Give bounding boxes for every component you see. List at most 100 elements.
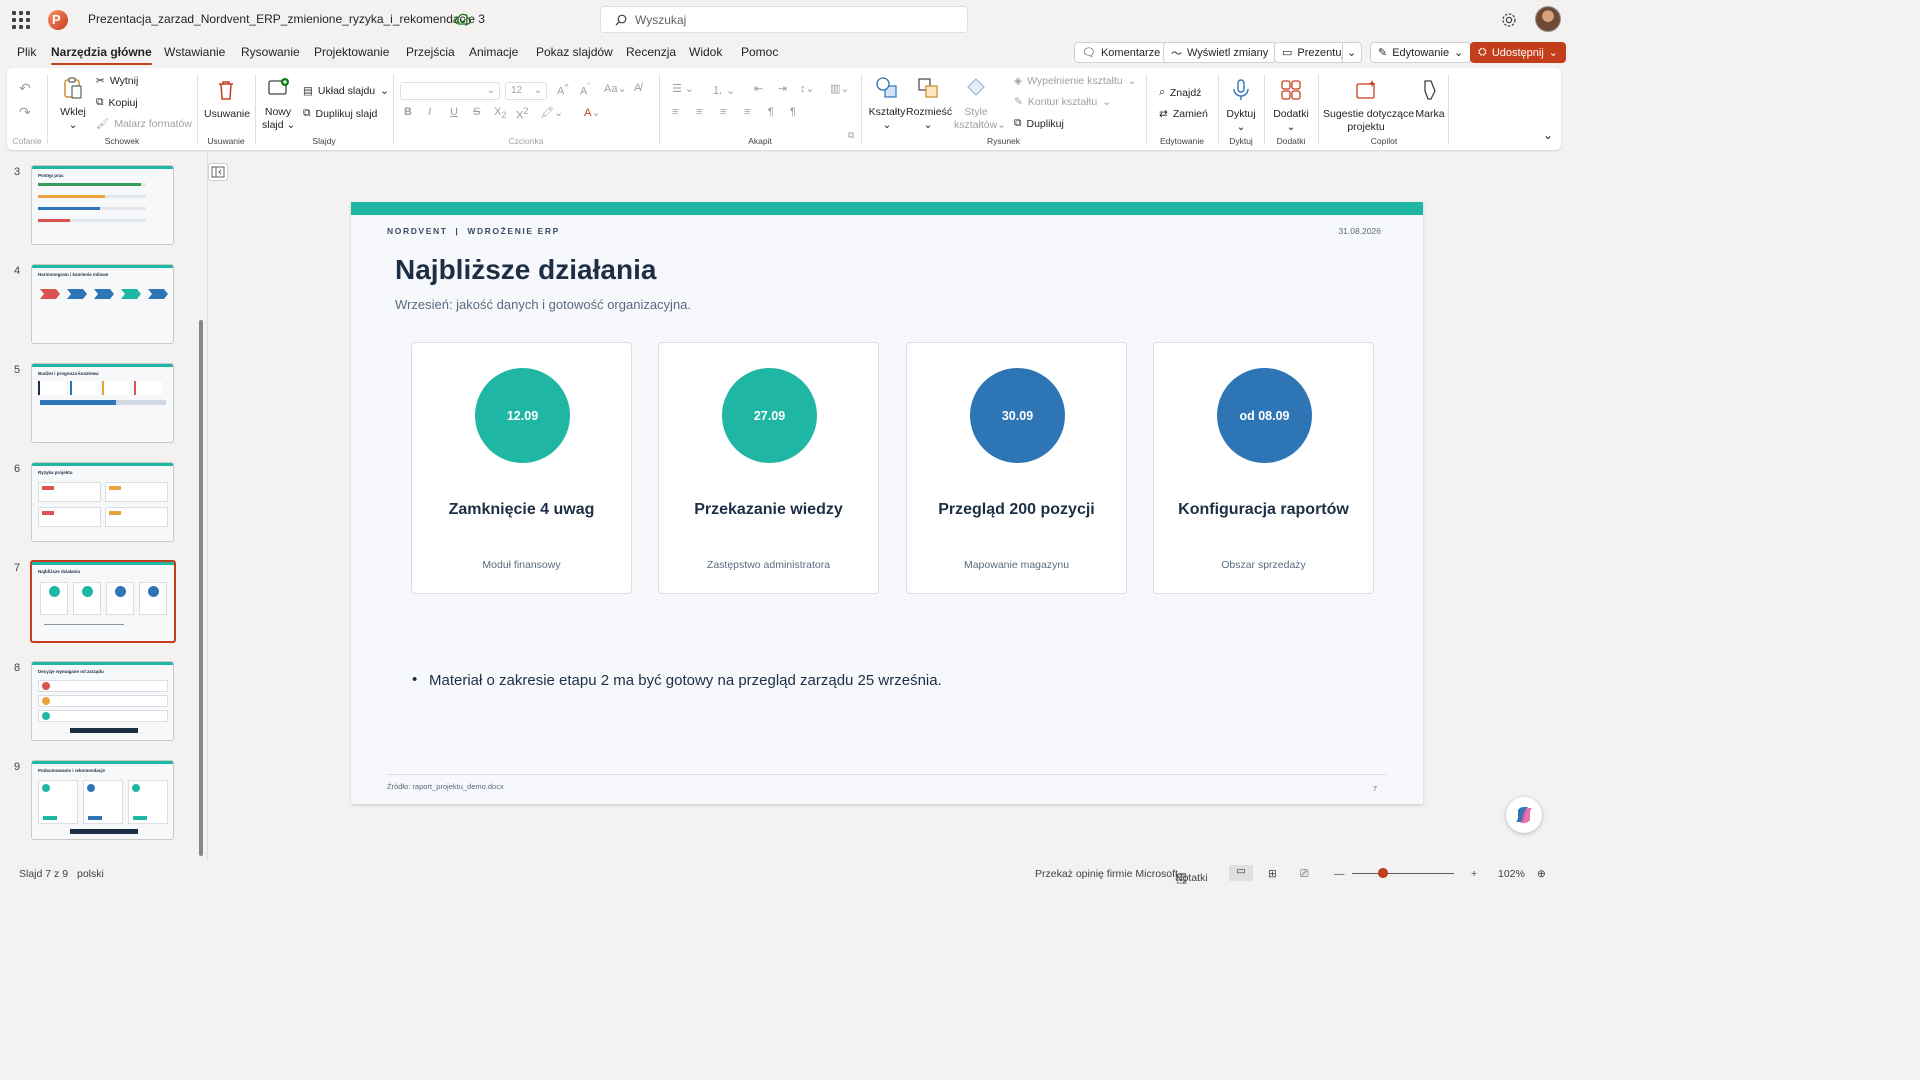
slide-thumbnail-4[interactable]: Harmonogram i kamienie milowe xyxy=(31,264,174,344)
tab-file[interactable]: Plik xyxy=(17,45,36,59)
action-card[interactable]: od 08.09 Konfiguracja raportów Obszar sp… xyxy=(1153,342,1374,594)
share-button[interactable]: ⛭ Udostępnij ⌄ xyxy=(1470,42,1567,63)
slide-thumbnail-3[interactable]: Postęp prac xyxy=(31,165,174,245)
collapse-panel-icon[interactable] xyxy=(208,163,228,181)
tab-draw[interactable]: Rysowanie xyxy=(241,45,300,59)
comments-button[interactable]: 🗨 Komentarze xyxy=(1074,42,1169,63)
copy-button[interactable]: ⧉ Kopiuj xyxy=(96,96,138,109)
present-dropdown[interactable]: ⌄ xyxy=(1342,42,1362,63)
action-card[interactable]: 12.09 Zamknięcie 4 uwag Moduł finansowy xyxy=(411,342,632,594)
shape-fill-button[interactable]: ◈ Wypełnienie kształtu ⌄ xyxy=(1014,75,1137,87)
find-button[interactable]: ⌕ Znajdź xyxy=(1159,86,1201,99)
brand-button[interactable]: Marka xyxy=(1411,78,1449,121)
slide-thumbnail-8[interactable]: Decyzje wymagane od zarządu xyxy=(31,661,174,741)
cloud-saved-icon[interactable] xyxy=(455,12,471,26)
ltr-icon[interactable]: ¶ xyxy=(790,106,796,118)
zoom-slider[interactable] xyxy=(1352,873,1454,874)
paste-button[interactable]: Wklej ⌄ xyxy=(58,76,88,132)
clear-formatting-icon[interactable]: A̸ xyxy=(634,82,641,94)
duplicate-slide-button[interactable]: ⧉ Duplikuj slajd xyxy=(303,107,377,120)
highlight-icon[interactable]: 🖍⌄ xyxy=(540,106,563,119)
designer-suggestions-button[interactable]: Sugestie dotyczące projektu xyxy=(1323,78,1414,134)
rtl-icon[interactable]: ¶ xyxy=(768,106,774,118)
change-case-icon[interactable]: Aa⌄ xyxy=(604,82,627,95)
cut-button[interactable]: ✂ Wytnij xyxy=(96,75,138,87)
columns-icon[interactable]: ▥⌄ xyxy=(830,82,850,95)
slide-title[interactable]: Najbliższe działania xyxy=(395,254,656,286)
shapes-button[interactable]: Kształty ⌄ xyxy=(868,76,906,132)
italic-icon[interactable]: I xyxy=(428,106,431,118)
align-left-icon[interactable]: ≡ xyxy=(672,106,678,118)
slide-bullet[interactable]: Materiał o zakresie etapu 2 ma być gotow… xyxy=(412,671,942,689)
decrease-indent-icon[interactable]: ⇤ xyxy=(754,82,763,95)
fit-to-window-icon[interactable]: ⊕ xyxy=(1537,868,1546,880)
increase-indent-icon[interactable]: ⇥ xyxy=(778,82,787,95)
zoom-out-icon[interactable]: — xyxy=(1334,868,1345,880)
new-slide-button[interactable]: Nowy slajd ⌄ xyxy=(262,76,295,132)
editing-mode-button[interactable]: ✎ Edytowanie ⌄ xyxy=(1370,42,1472,63)
feedback-link[interactable]: Przekaż opinię firmie Microsoft xyxy=(1035,868,1178,880)
slide-thumbnail-7[interactable]: Najbliższe działania xyxy=(30,560,176,643)
arrange-button[interactable]: Rozmieść ⌄ xyxy=(906,76,952,132)
underline-icon[interactable]: U xyxy=(450,106,458,118)
tab-animations[interactable]: Animacje xyxy=(469,45,518,59)
justify-icon[interactable]: ≡ xyxy=(744,106,750,118)
delete-button[interactable]: Usuwanie xyxy=(204,78,250,121)
shape-outline-button[interactable]: ✎ Kontur kształtu ⌄ xyxy=(1014,96,1111,108)
redo-icon[interactable]: ↷ xyxy=(19,104,31,121)
line-spacing-icon[interactable]: ↕⌄ xyxy=(800,82,815,95)
superscript-icon[interactable]: X2 xyxy=(516,106,528,122)
zoom-in-icon[interactable]: + xyxy=(1471,868,1477,880)
user-avatar[interactable] xyxy=(1535,6,1561,32)
bold-icon[interactable]: B xyxy=(404,106,412,118)
tab-help[interactable]: Pomoc xyxy=(741,45,778,59)
slide-sorter-icon[interactable]: ⊞ xyxy=(1268,868,1277,880)
reading-view-icon[interactable]: ⎚ xyxy=(1300,868,1308,881)
slide-thumbnail-6[interactable]: Ryzyka projektu xyxy=(31,462,174,542)
ribbon-expand-chevron-icon[interactable]: ⌄ xyxy=(1543,128,1553,142)
current-slide[interactable]: NORDVENT | WDROŻENIE ERP 31.08.2026 Najb… xyxy=(351,202,1423,804)
align-center-icon[interactable]: ≡ xyxy=(696,106,702,118)
subscript-icon[interactable]: X2 xyxy=(494,106,506,120)
slide-thumbnail-9[interactable]: Podsumowanie i rekomendacje xyxy=(31,760,174,840)
tab-transitions[interactable]: Przejścia xyxy=(406,45,455,59)
document-title[interactable]: Prezentacja_zarzad_Nordvent_ERP_zmienion… xyxy=(88,12,485,26)
copilot-button[interactable] xyxy=(1506,797,1542,833)
slide-thumbnail-5[interactable]: Budżet i prognoza kosztowa xyxy=(31,363,174,443)
tab-home[interactable]: Narzędzia główne xyxy=(51,45,152,65)
shrink-font-icon[interactable]: Aˇ xyxy=(580,82,590,98)
tab-insert[interactable]: Wstawianie xyxy=(164,45,225,59)
undo-icon[interactable]: ↶ xyxy=(19,80,31,97)
search-box[interactable]: Wyszukaj xyxy=(600,6,968,33)
numbering-icon[interactable]: ⒈ ⌄ xyxy=(712,82,735,98)
app-launcher-icon[interactable] xyxy=(12,11,30,29)
font-size-combo[interactable]: 12 ⌄ xyxy=(505,82,547,100)
align-right-icon[interactable]: ≡ xyxy=(720,106,726,118)
duplicate-shape-button[interactable]: ⧉ Duplikuj xyxy=(1014,117,1064,130)
tab-view[interactable]: Widok xyxy=(689,45,722,59)
layout-button[interactable]: ▤ Układ slajdu ⌄ xyxy=(303,85,389,97)
font-color-icon[interactable]: A⌄ xyxy=(584,106,601,119)
show-changes-button[interactable]: 〜 Wyświetl zmiany xyxy=(1163,42,1277,63)
addins-button[interactable]: Dodatki ⌄ xyxy=(1269,78,1313,134)
tab-design[interactable]: Projektowanie xyxy=(314,45,389,59)
font-name-combo[interactable]: ⌄ xyxy=(400,82,500,100)
tab-review[interactable]: Recenzja xyxy=(626,45,676,59)
dictate-button[interactable]: Dyktuj ⌄ xyxy=(1222,78,1260,134)
replace-button[interactable]: ⇄ Zamień xyxy=(1159,108,1208,120)
bullets-icon[interactable]: ☰ ⌄ xyxy=(672,82,694,95)
action-card[interactable]: 27.09 Przekazanie wiedzy Zastępstwo admi… xyxy=(658,342,879,594)
present-button[interactable]: ▭ Prezentuj xyxy=(1274,42,1352,63)
zoom-slider-handle[interactable] xyxy=(1378,868,1388,878)
grow-font-icon[interactable]: A^ xyxy=(557,82,569,98)
zoom-level[interactable]: 102% xyxy=(1498,868,1525,880)
tab-slideshow[interactable]: Pokaz slajdów xyxy=(536,45,613,59)
format-painter-button[interactable]: 🖌 Malarz formatów xyxy=(96,117,192,131)
language-indicator[interactable]: polski xyxy=(77,868,104,880)
normal-view-icon[interactable]: ▭ xyxy=(1229,865,1253,881)
settings-gear-icon[interactable] xyxy=(1500,11,1518,29)
shape-styles-button[interactable]: Style kształtów⌄ xyxy=(954,76,1006,132)
thumbnails-scrollbar[interactable] xyxy=(199,320,203,856)
slide-subtitle[interactable]: Wrzesień: jakość danych i gotowość organ… xyxy=(395,297,691,312)
strikethrough-icon[interactable]: S xyxy=(473,106,480,118)
